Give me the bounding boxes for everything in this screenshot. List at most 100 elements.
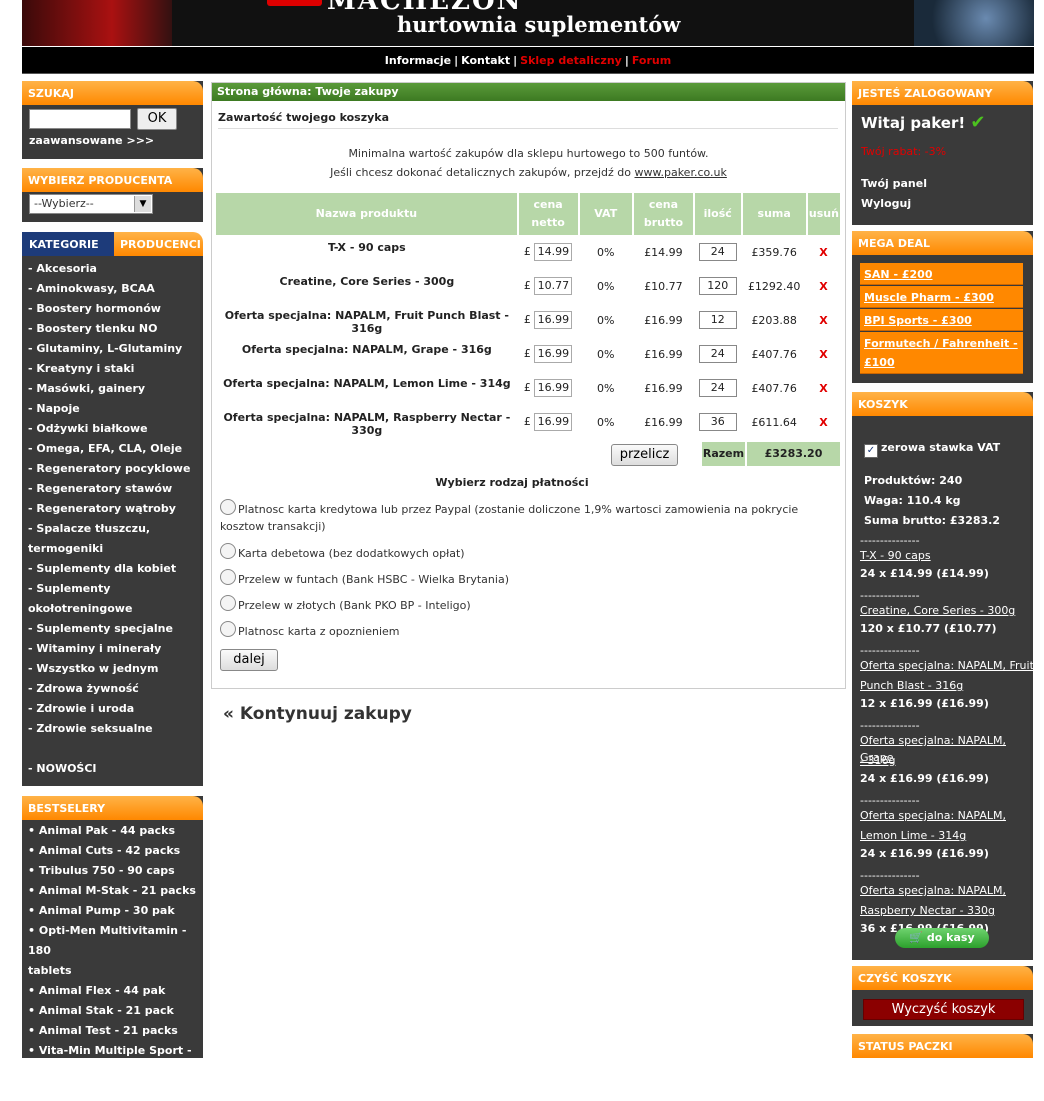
- radio-icon[interactable]: [220, 499, 236, 515]
- quantity-input[interactable]: 36: [698, 413, 737, 431]
- payment-option[interactable]: Platnosc karta kredytowa lub przez Paypa…: [220, 499, 820, 535]
- clear-cart-button[interactable]: Wyczyść koszyk: [863, 999, 1024, 1020]
- logout-link[interactable]: Wyloguj: [861, 197, 911, 210]
- retail-link[interactable]: www.paker.co.uk: [635, 166, 727, 179]
- category-item[interactable]: - Odżywki białkowe: [28, 419, 197, 439]
- remove-icon[interactable]: X: [819, 416, 827, 429]
- remove-icon[interactable]: X: [819, 382, 827, 395]
- category-item[interactable]: okołotreningowe: [28, 599, 197, 619]
- category-item[interactable]: termogeniki: [28, 539, 197, 559]
- category-item[interactable]: - Zdrowie i uroda: [28, 699, 197, 719]
- tab-producers[interactable]: PRODUCENCI: [114, 232, 203, 256]
- net-price-input[interactable]: 14.99: [534, 243, 573, 261]
- deal-formutech[interactable]: Formutech / Fahrenheit - £100: [860, 332, 1023, 374]
- chevron-down-icon[interactable]: ▼: [134, 196, 151, 212]
- category-item[interactable]: - Masówki, gainery: [28, 379, 197, 399]
- bestseller-item[interactable]: • Opti-Men Multivitamin - 180: [28, 921, 197, 961]
- category-item[interactable]: - Aminokwasy, BCAA: [28, 279, 197, 299]
- radio-icon[interactable]: [220, 595, 236, 611]
- nav-informacje[interactable]: Informacje: [385, 54, 451, 67]
- basket-item-link[interactable]: Creatine, Core Series - 300g: [860, 602, 1015, 619]
- deal-bpi[interactable]: BPI Sports - £300: [860, 309, 1023, 331]
- search-ok-button[interactable]: OK: [137, 108, 177, 130]
- radio-icon[interactable]: [220, 543, 236, 559]
- payment-option[interactable]: Przelew w złotych (Bank PKO BP - Intelig…: [220, 595, 820, 614]
- nav-sklep[interactable]: Sklep detaliczny: [520, 54, 622, 67]
- basket-item-link[interactable]: Lemon Lime - 314g: [860, 827, 966, 844]
- vat-cell: 0%: [597, 381, 615, 395]
- net-price-input[interactable]: 16.99: [534, 379, 573, 397]
- net-price-input[interactable]: 16.99: [534, 311, 573, 329]
- remove-icon[interactable]: X: [819, 314, 827, 327]
- remove-icon[interactable]: X: [819, 246, 827, 259]
- bestseller-item[interactable]: • Animal Stak - 21 pack: [28, 1001, 197, 1021]
- remove-icon[interactable]: X: [819, 348, 827, 361]
- category-item[interactable]: - Witaminy i minerały: [28, 639, 197, 659]
- category-item[interactable]: - Regeneratory wątroby: [28, 499, 197, 519]
- checkout-button[interactable]: 🛒 do kasy: [895, 928, 989, 948]
- category-item[interactable]: - Suplementy: [28, 579, 197, 599]
- bestseller-item[interactable]: tablets: [28, 961, 197, 981]
- quantity-input[interactable]: 120: [698, 277, 737, 295]
- category-item[interactable]: - Akcesoria: [28, 259, 197, 279]
- payment-option[interactable]: Karta debetowa (bez dodatkowych opłat): [220, 543, 820, 562]
- basket-item-link[interactable]: Raspberry Nectar - 330g: [860, 902, 995, 919]
- category-item[interactable]: - Wszystko w jednym: [28, 659, 197, 679]
- bestseller-item[interactable]: • Animal Flex - 44 pak: [28, 981, 197, 1001]
- nav-kontakt[interactable]: Kontakt: [461, 54, 510, 67]
- basket-item-link[interactable]: Oferta specjalna: NAPALM,: [860, 882, 1006, 899]
- quantity-input[interactable]: 24: [698, 379, 737, 397]
- deal-musclepharm[interactable]: Muscle Pharm - £300: [860, 286, 1023, 308]
- category-item[interactable]: - Napoje: [28, 399, 197, 419]
- deal-san[interactable]: SAN - £200: [860, 263, 1023, 285]
- quantity-input[interactable]: 12: [698, 311, 737, 329]
- producer-select[interactable]: --Wybierz-- ▼: [29, 194, 153, 214]
- bestseller-item[interactable]: • Vita-Min Multiple Sport - 60: [28, 1041, 197, 1081]
- bestseller-item[interactable]: • Animal Test - 21 packs: [28, 1021, 197, 1041]
- category-item[interactable]: - Suplementy specjalne: [28, 619, 197, 639]
- basket-item-link[interactable]: Oferta specjalna: NAPALM,: [860, 807, 1006, 824]
- radio-icon[interactable]: [220, 569, 236, 585]
- category-item[interactable]: - Glutaminy, L-Glutaminy: [28, 339, 197, 359]
- category-item[interactable]: - NOWOŚCI: [28, 759, 197, 779]
- net-price-input[interactable]: 16.99: [534, 345, 573, 363]
- category-item[interactable]: - Zdrowa żywność: [28, 679, 197, 699]
- recalculate-button[interactable]: przelicz: [611, 444, 678, 466]
- category-item[interactable]: - Boostery hormonów: [28, 299, 197, 319]
- continue-shopping-link[interactable]: « Kontynuuj zakupy: [223, 704, 412, 724]
- net-price-input[interactable]: 16.99: [534, 413, 573, 431]
- category-item[interactable]: - Regeneratory pocyklowe: [28, 459, 197, 479]
- basket-item-link[interactable]: - 316g: [860, 752, 895, 769]
- bestseller-item[interactable]: • Animal Cuts - 42 packs: [28, 841, 197, 861]
- basket-item-link[interactable]: Punch Blast - 316g: [860, 677, 963, 694]
- net-price-input[interactable]: 10.77: [534, 277, 573, 295]
- tab-categories[interactable]: KATEGORIE: [22, 232, 114, 256]
- category-item[interactable]: - Boostery tlenku NO: [28, 319, 197, 339]
- radio-icon[interactable]: [220, 621, 236, 637]
- remove-icon[interactable]: X: [819, 280, 827, 293]
- category-item[interactable]: - Zdrowie seksualne: [28, 719, 197, 739]
- advanced-search-link[interactable]: zaawansowane >>>: [29, 134, 154, 147]
- quantity-input[interactable]: 24: [698, 243, 737, 261]
- category-item[interactable]: - Suplementy dla kobiet: [28, 559, 197, 579]
- category-item[interactable]: - Kreatyny i staki: [28, 359, 197, 379]
- basket-item-link[interactable]: T-X - 90 caps: [860, 547, 931, 564]
- bestseller-item[interactable]: • Animal Pump - 30 pak: [28, 901, 197, 921]
- bestseller-item[interactable]: • Animal M-Stak - 21 packs: [28, 881, 197, 901]
- next-button[interactable]: dalej: [220, 649, 278, 671]
- bestseller-item[interactable]: • Animal Pak - 44 packs: [28, 821, 197, 841]
- basket-item-link[interactable]: Oferta specjalna: NAPALM, Fruit: [860, 657, 1034, 674]
- checkbox-icon[interactable]: ✓: [864, 444, 878, 458]
- payment-option[interactable]: Przelew w funtach (Bank HSBC - Wielka Br…: [220, 569, 820, 588]
- panel-link[interactable]: Twój panel: [861, 177, 927, 190]
- payment-option[interactable]: Platnosc karta z opoznieniem: [220, 621, 820, 640]
- category-item[interactable]: - Omega, EFA, CLA, Oleje: [28, 439, 197, 459]
- category-item[interactable]: - Spalacze tłuszczu,: [28, 519, 197, 539]
- bestseller-item[interactable]: • Tribulus 750 - 90 caps: [28, 861, 197, 881]
- nav-forum[interactable]: Forum: [632, 54, 671, 67]
- category-item[interactable]: - Regeneratory stawów: [28, 479, 197, 499]
- search-input[interactable]: [29, 109, 131, 129]
- quantity-input[interactable]: 24: [698, 345, 737, 363]
- bestseller-item[interactable]: caps: [28, 1081, 197, 1101]
- vat-checkbox-row[interactable]: ✓ zerowa stawka VAT: [864, 439, 1000, 458]
